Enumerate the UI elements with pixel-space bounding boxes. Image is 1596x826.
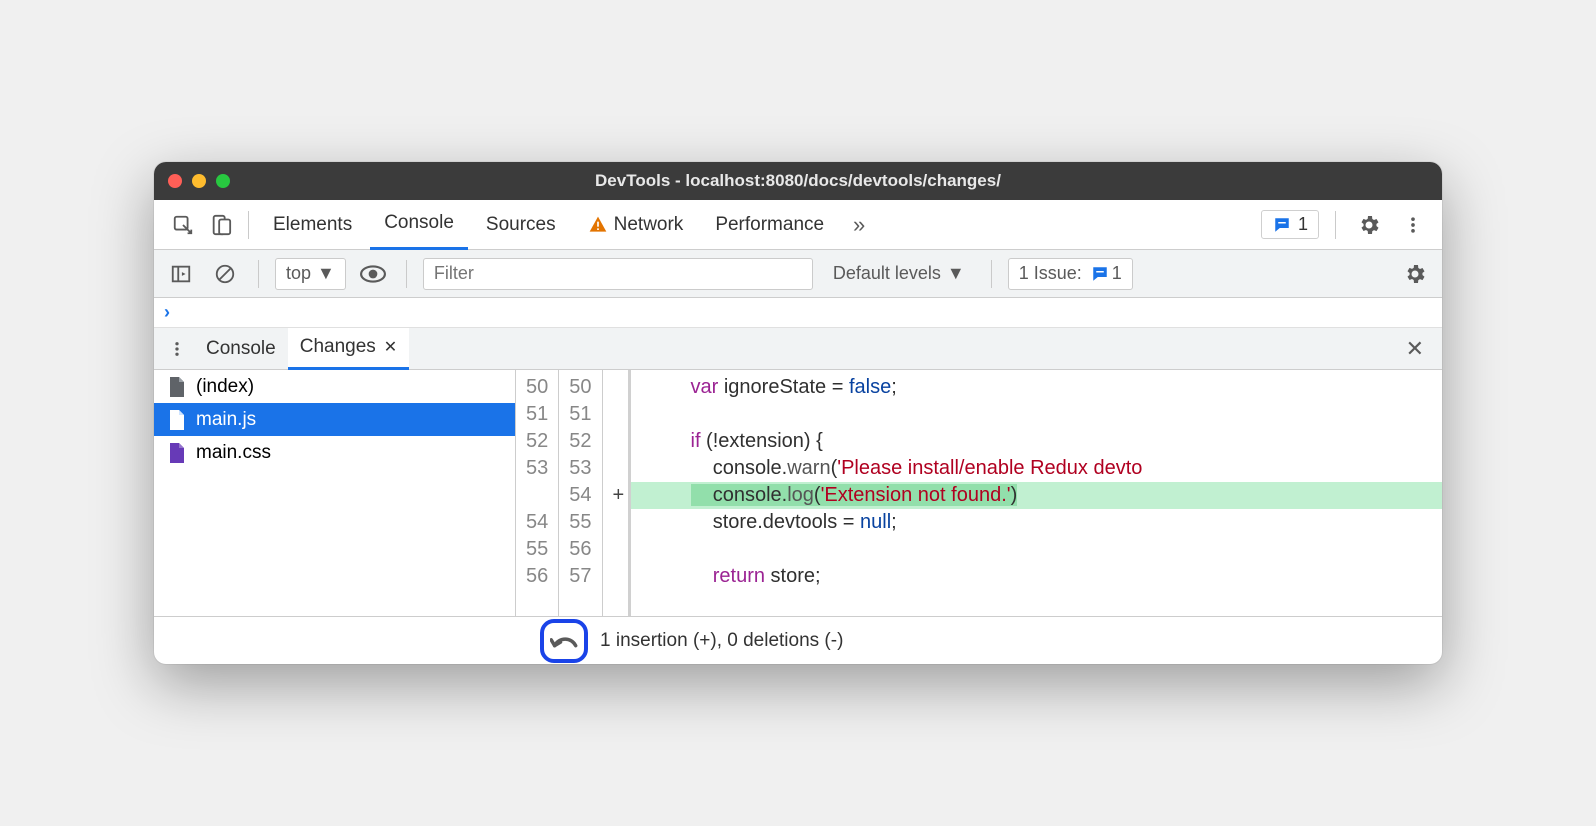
titlebar: DevTools - localhost:8080/docs/devtools/… [154, 162, 1442, 200]
drawer-tab-changes[interactable]: Changes ✕ [288, 328, 409, 370]
divider [258, 260, 259, 288]
tab-sources[interactable]: Sources [472, 200, 570, 250]
inspect-icon[interactable] [166, 208, 200, 242]
live-expression-icon[interactable] [356, 257, 390, 291]
context-label: top [286, 263, 311, 284]
show-sidebar-icon[interactable] [164, 257, 198, 291]
chevron-down-icon: ▼ [947, 263, 965, 284]
issues-button[interactable]: 1 Issue: 1 [1008, 258, 1133, 290]
issues-badge-top[interactable]: 1 [1261, 210, 1319, 239]
gutter-old: 50 51 52 53 54 55 56 [516, 370, 559, 616]
console-prompt[interactable]: › [154, 298, 1442, 328]
context-selector[interactable]: top ▼ [275, 258, 346, 290]
tab-performance[interactable]: Performance [701, 200, 838, 250]
console-toolbar: top ▼ Default levels ▼ 1 Issue: 1 [154, 250, 1442, 298]
drawer-close-icon[interactable]: ✕ [1394, 336, 1436, 362]
settings-icon[interactable] [1352, 208, 1386, 242]
window-title: DevTools - localhost:8080/docs/devtools/… [154, 171, 1442, 191]
changes-summary: 1 insertion (+), 0 deletions (-) [600, 630, 843, 652]
minimize-window-button[interactable] [192, 174, 206, 188]
tab-elements[interactable]: Elements [259, 200, 366, 250]
chat-icon [1272, 216, 1292, 234]
close-icon[interactable]: ✕ [384, 337, 397, 357]
drawer-tabs: Console Changes ✕ ✕ [154, 328, 1442, 370]
more-tabs-icon[interactable]: » [842, 208, 876, 242]
console-settings-icon[interactable] [1398, 257, 1432, 291]
file-item-index[interactable]: (index) [154, 370, 515, 403]
document-icon [168, 410, 186, 430]
drawer-tab-changes-label: Changes [300, 336, 376, 358]
divider [1335, 211, 1336, 239]
tab-network[interactable]: Network [574, 200, 698, 250]
warning-icon [588, 215, 608, 235]
close-window-button[interactable] [168, 174, 182, 188]
file-name: (index) [196, 376, 254, 398]
zoom-window-button[interactable] [216, 174, 230, 188]
divider [248, 211, 249, 239]
clear-console-icon[interactable] [208, 257, 242, 291]
issues-count: 1 [1298, 214, 1308, 235]
log-levels-selector[interactable]: Default levels ▼ [823, 258, 975, 290]
kebab-menu-icon[interactable] [1396, 208, 1430, 242]
devtools-window: DevTools - localhost:8080/docs/devtools/… [154, 162, 1442, 664]
file-tree: (index) main.js main.css [154, 370, 516, 616]
file-item-maincss[interactable]: main.css [154, 436, 515, 469]
status-bar: 1 insertion (+), 0 deletions (-) [154, 616, 1442, 664]
revert-button[interactable] [540, 619, 588, 663]
file-name: main.css [196, 442, 271, 464]
file-name: main.js [196, 409, 256, 431]
window-controls [168, 174, 230, 188]
main-toolbar: Elements Console Sources Network Perform… [154, 200, 1442, 250]
diff-view: 50 51 52 53 54 55 56 50 51 52 53 54 55 5… [516, 370, 1442, 616]
filter-input[interactable] [423, 258, 813, 290]
divider [406, 260, 407, 288]
gutter-markers: + [603, 370, 629, 616]
tab-network-label: Network [614, 214, 684, 236]
drawer-kebab-icon[interactable] [160, 332, 194, 366]
issues-count: 1 [1112, 263, 1122, 284]
code-lines[interactable]: var ignoreState = false; if (!extension)… [628, 370, 1443, 616]
file-item-mainjs[interactable]: main.js [154, 403, 515, 436]
device-toggle-icon[interactable] [204, 208, 238, 242]
levels-label: Default levels [833, 263, 941, 284]
issues-label: 1 Issue: [1019, 263, 1082, 284]
chevron-down-icon: ▼ [317, 263, 335, 284]
changes-panel: (index) main.js main.css 50 51 52 53 [154, 370, 1442, 616]
chat-icon [1090, 265, 1110, 283]
tab-console[interactable]: Console [370, 200, 468, 250]
gutter-new: 50 51 52 53 54 55 56 57 [559, 370, 602, 616]
document-icon [168, 443, 186, 463]
divider [991, 260, 992, 288]
drawer-tab-console[interactable]: Console [194, 328, 288, 370]
document-icon [168, 377, 186, 397]
